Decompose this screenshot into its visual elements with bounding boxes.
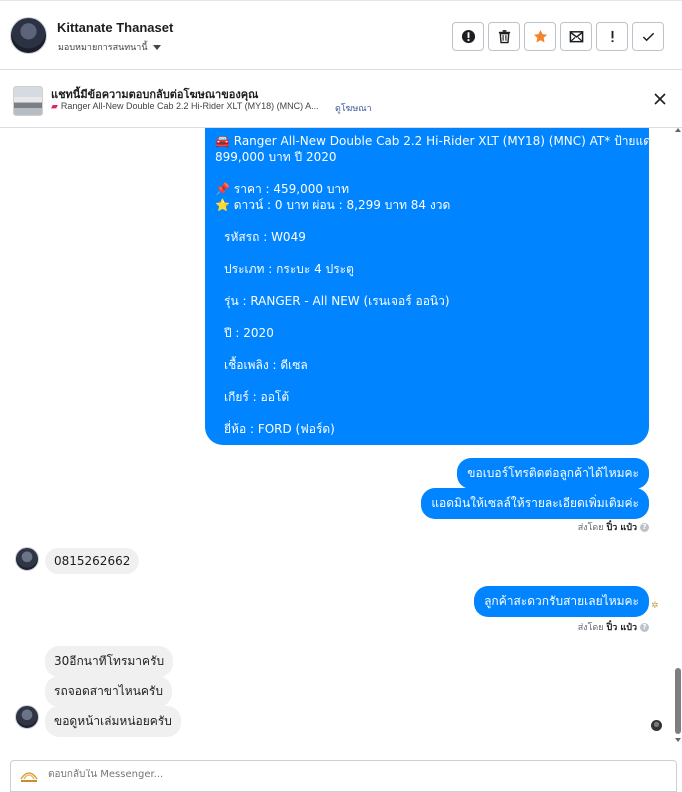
delete-button[interactable] xyxy=(488,22,520,51)
help-icon[interactable]: ? xyxy=(640,622,649,632)
message-line: เชื้อเพลิง : ดีเซล xyxy=(224,358,308,372)
contact-avatar[interactable] xyxy=(10,17,47,54)
incoming-message[interactable]: ขอดูหน้าเล่มหน่อยครับ xyxy=(45,706,181,737)
message-line: 🚘 Ranger All-New Double Cab 2.2 Hi-Rider… xyxy=(215,134,657,148)
star-button[interactable] xyxy=(524,22,556,51)
chat-scrollbar[interactable] xyxy=(673,128,682,753)
mark-unread-button[interactable] xyxy=(560,22,592,51)
incoming-message[interactable]: 0815262662 xyxy=(45,548,140,574)
ad-text-line: ▰ Ranger All-New Double Cab 2.2 Hi-Rider … xyxy=(51,101,319,112)
message-line: ประเภท : กระบะ 4 ประตู xyxy=(224,262,354,276)
sent-by-label: ส่งโดย ปิ๋ว แป๋ว? xyxy=(578,620,649,634)
contact-name[interactable]: Kittanate Thanaset xyxy=(57,20,173,35)
incoming-message[interactable]: รถจอดสาขาไหนครับ xyxy=(45,676,172,707)
message-line: รุ่น : RANGER - All NEW (เรนเจอร์ ออนิว) xyxy=(224,294,450,308)
reaction-icon: ✲ xyxy=(651,600,659,610)
view-ad-link[interactable]: ดูโฆษณา xyxy=(335,101,372,115)
outgoing-message[interactable]: แอดมินให้เซลล์ให้รายละเอียดเพิ่มเติมค่ะ xyxy=(421,488,649,519)
help-icon[interactable]: ? xyxy=(640,522,649,532)
check-icon xyxy=(642,32,654,42)
scroll-down-arrow-icon[interactable] xyxy=(675,738,681,742)
alert-circle-icon xyxy=(461,29,475,44)
message-line: 📌 ราคา : 459,000 บาท xyxy=(215,182,350,196)
exclamation-icon xyxy=(611,30,613,43)
chevron-down-icon xyxy=(152,45,161,50)
scrollbar-thumb[interactable] xyxy=(675,668,681,734)
action-toolbar xyxy=(452,22,664,51)
message-line: ⭐ ดาวน์ : 0 บาท ผ่อน : 8,299 บาท 84 งวด xyxy=(215,198,451,212)
message-line: ปี : 2020 xyxy=(224,326,274,340)
contact-avatar-small xyxy=(15,547,39,571)
sent-by-label: ส่งโดย ปิ๋ว แป๋ว? xyxy=(578,520,649,534)
ad-reference-bar: แชทนี้มีข้อความตอบกลับต่อโฆษณาของคุณ ▰ Ra… xyxy=(0,70,682,128)
message-line: เกียร์ : ออโต้ xyxy=(224,390,290,404)
seen-indicator-avatar xyxy=(651,720,662,731)
message-thread[interactable]: 🚘 Ranger All-New Double Cab 2.2 Hi-Rider… xyxy=(0,128,670,753)
assign-conversation-dropdown[interactable]: มอบหมายการสนทนานี้ xyxy=(58,40,161,54)
mail-unread-icon xyxy=(569,31,583,43)
done-button[interactable] xyxy=(632,22,664,51)
outgoing-message[interactable]: ลูกค้าสะดวกรับสายเลยไหมคะ xyxy=(474,586,649,617)
trash-icon xyxy=(498,30,510,44)
message-line: 899,000 บาท ปี 2020 xyxy=(215,150,337,164)
message-line: ยี่ห้อ : FORD (ฟอร์ด) xyxy=(224,422,335,436)
ad-thumbnail[interactable] xyxy=(13,86,43,116)
outgoing-message[interactable]: ขอเบอร์โทรติดต่อลูกค้าได้ไหมคะ xyxy=(457,458,649,489)
reply-input[interactable] xyxy=(48,769,548,780)
star-icon xyxy=(533,29,547,43)
ad-details-message: 🚘 Ranger All-New Double Cab 2.2 Hi-Rider… xyxy=(205,128,657,445)
message-line: รหัสรถ : W049 xyxy=(224,230,306,244)
close-icon[interactable] xyxy=(653,92,667,106)
follow-up-button[interactable] xyxy=(596,22,628,51)
scroll-up-arrow-icon[interactable] xyxy=(675,128,681,132)
car-icon: ▰ xyxy=(51,101,58,111)
mark-spam-button[interactable] xyxy=(452,22,484,51)
page-logo-icon xyxy=(20,772,38,782)
incoming-message[interactable]: 30อีกนาทีโทรมาครับ xyxy=(45,646,174,677)
assign-label: มอบหมายการสนทนานี้ xyxy=(58,43,148,53)
conversation-header: Kittanate Thanaset มอบหมายการสนทนานี้ xyxy=(0,0,682,70)
contact-avatar-small xyxy=(15,705,39,729)
ad-text: Ranger All-New Double Cab 2.2 Hi-Rider X… xyxy=(60,101,319,111)
reply-composer[interactable] xyxy=(10,760,677,792)
